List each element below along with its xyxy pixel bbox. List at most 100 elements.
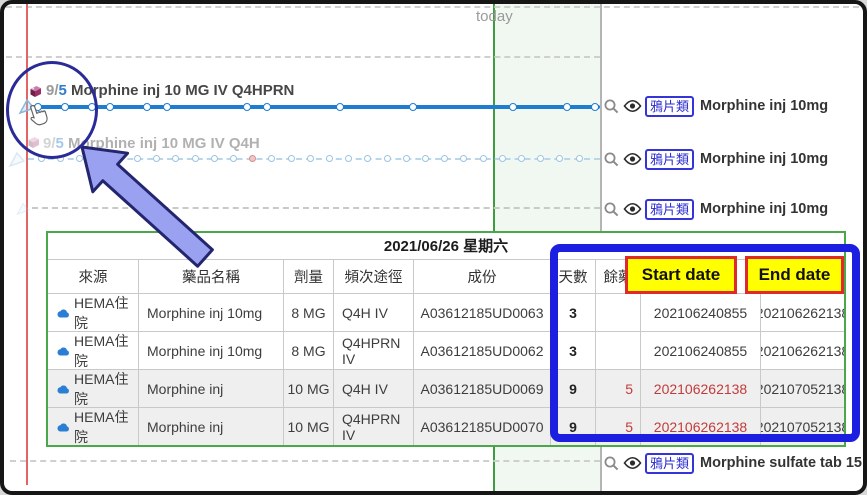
cloud-source-icon xyxy=(56,419,70,435)
dose-point-faded xyxy=(115,155,122,162)
frequency-route-cell: Q4H IV xyxy=(333,369,413,407)
medication-timeline-screen: today 9/5 Morphine inj 10 MG IV Q4HPRN 9… xyxy=(0,0,867,495)
dose-point-faded xyxy=(211,155,218,162)
med-control-row: 鴉片類 Morphine inj 10mg xyxy=(603,146,828,172)
med-control-row: 鴉片類 Morphine inj 10mg xyxy=(603,93,828,119)
dose-point-faded xyxy=(384,155,391,162)
zoom-magnifier-icon[interactable] xyxy=(603,201,620,218)
start-date-cell: 202106262138 xyxy=(640,407,760,445)
dose-point-faded xyxy=(460,155,467,162)
dose-point xyxy=(336,103,344,111)
source-cell: HEMA住院 xyxy=(48,407,138,445)
med-order-text: Morphine inj 10 MG IV Q4HPRN xyxy=(71,82,294,99)
dose-point xyxy=(591,103,599,111)
dose-point-faded xyxy=(96,155,103,162)
drug-name-label: Morphine sulfate tab 15mg xyxy=(700,455,867,471)
dose-point-faded xyxy=(518,155,525,162)
dose-point xyxy=(409,103,417,111)
dose-point-faded xyxy=(230,155,237,162)
ingredient-code-cell: A03612185UD0070 xyxy=(413,407,550,445)
column-header: 成份 xyxy=(413,259,550,293)
ingredient-code-cell: A03612185UD0069 xyxy=(413,369,550,407)
remaining-cell: 5 xyxy=(595,407,640,445)
dose-point xyxy=(143,103,151,111)
column-header: 藥品名稱 xyxy=(138,259,283,293)
dose-point-faded xyxy=(345,155,352,162)
circle-annotation xyxy=(6,61,98,159)
days-cell: 3 xyxy=(550,293,595,331)
drug-name-label: Morphine inj 10mg xyxy=(700,151,828,167)
dose-point-faded xyxy=(480,155,487,162)
row-separator xyxy=(6,56,600,58)
frequency-route-cell: Q4H IV xyxy=(333,293,413,331)
dose-point-faded xyxy=(422,155,429,162)
dose-cell: 8 MG xyxy=(283,331,333,369)
timeline-drag-handle-icon-faded xyxy=(16,201,30,219)
dose-point-faded xyxy=(153,155,160,162)
zoom-magnifier-icon[interactable] xyxy=(603,455,620,472)
dose-point-faded xyxy=(172,155,179,162)
cloud-source-icon xyxy=(56,343,70,359)
start-date-cell: 202106262138 xyxy=(640,369,760,407)
dose-point xyxy=(509,103,517,111)
zoom-magnifier-icon[interactable] xyxy=(603,151,620,168)
dose-point-faded xyxy=(192,155,199,162)
drug-name-cell: Morphine inj xyxy=(138,369,283,407)
dose-point-faded xyxy=(499,155,506,162)
dose-point-faded xyxy=(288,155,295,162)
drug-class-badge[interactable]: 鴉片類 xyxy=(645,453,694,474)
days-cell: 9 xyxy=(550,407,595,445)
dose-point-faded xyxy=(268,155,275,162)
end-date-cell: 202107052138 xyxy=(760,407,844,445)
inactive-timeline-row xyxy=(32,207,600,209)
ingredient-code-cell: A03612185UD0062 xyxy=(413,331,550,369)
dose-point-faded xyxy=(76,155,83,162)
timeline-drag-handle-icon-faded xyxy=(8,150,26,173)
end-date-cell: 202107052138 xyxy=(760,369,844,407)
dose-point-faded xyxy=(556,155,563,162)
med-order-text: Morphine inj 10 MG IV Q4H xyxy=(68,135,260,152)
dose-point-faded xyxy=(134,155,141,162)
source-cell: HEMA住院 xyxy=(48,331,138,369)
dose-point xyxy=(563,103,571,111)
visibility-eye-icon[interactable] xyxy=(623,202,642,216)
drug-class-badge[interactable]: 鴉片類 xyxy=(645,96,694,117)
frequency-route-cell: Q4HPRN IV xyxy=(333,331,413,369)
column-header: 來源 xyxy=(48,259,138,293)
zoom-magnifier-icon[interactable] xyxy=(603,98,620,115)
dose-point-faded xyxy=(307,155,314,162)
dose-point-faded xyxy=(537,155,544,162)
ingredient-code-cell: A03612185UD0063 xyxy=(413,293,550,331)
cloud-source-icon xyxy=(56,381,70,397)
dose-point xyxy=(106,103,114,111)
frequency-route-cell: Q4HPRN IV xyxy=(333,407,413,445)
remaining-cell xyxy=(595,293,640,331)
dose-point-faded xyxy=(249,155,256,162)
visibility-eye-icon[interactable] xyxy=(623,99,642,113)
end-date-cell: 202106262138 xyxy=(760,293,844,331)
dose-cell: 10 MG xyxy=(283,407,333,445)
start-date-cell: 202106240855 xyxy=(640,331,760,369)
column-header: 劑量 xyxy=(283,259,333,293)
dose-cell: 10 MG xyxy=(283,369,333,407)
drug-name-label: Morphine inj 10mg xyxy=(700,98,828,114)
inactive-timeline-row xyxy=(10,460,600,462)
drug-name-label: Morphine inj 10mg xyxy=(700,201,828,217)
med-control-row: 鴉片類 Morphine inj 10mg xyxy=(603,196,828,222)
visibility-eye-icon[interactable] xyxy=(623,152,642,166)
drug-class-badge[interactable]: 鴉片類 xyxy=(645,149,694,170)
end-date-callout: End date xyxy=(745,256,844,294)
column-header: 天數 xyxy=(550,259,595,293)
start-date-callout: Start date xyxy=(625,256,737,294)
drug-name-cell: Morphine inj xyxy=(138,407,283,445)
dose-point xyxy=(263,103,271,111)
med-control-row: 鴉片類 Morphine sulfate tab 15mg xyxy=(603,450,867,476)
source-cell: HEMA住院 xyxy=(48,369,138,407)
visibility-eye-icon[interactable] xyxy=(623,456,642,470)
dose-point-faded xyxy=(326,155,333,162)
dose-point-faded xyxy=(441,155,448,162)
start-date-cell: 202106240855 xyxy=(640,293,760,331)
drug-name-cell: Morphine inj 10mg xyxy=(138,293,283,331)
remaining-cell: 5 xyxy=(595,369,640,407)
drug-class-badge[interactable]: 鴉片類 xyxy=(645,199,694,220)
